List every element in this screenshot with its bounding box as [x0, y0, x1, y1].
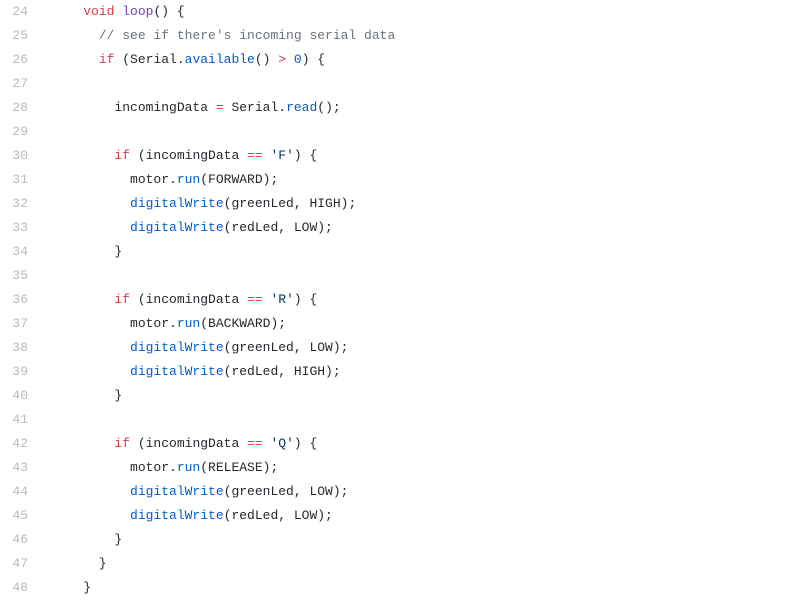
line-number: 28: [0, 96, 42, 120]
line-content: if (incomingData == 'F') {: [42, 144, 317, 168]
line-number: 30: [0, 144, 42, 168]
line-content: if (incomingData == 'Q') {: [42, 432, 317, 456]
code-line: 27: [0, 72, 797, 96]
code-line: 45 digitalWrite(redLed, LOW);: [0, 504, 797, 528]
code-line: 31 motor.run(FORWARD);: [0, 168, 797, 192]
line-content: }: [42, 384, 122, 408]
line-content: }: [42, 240, 122, 264]
line-number: 48: [0, 576, 42, 600]
line-number: 32: [0, 192, 42, 216]
line-content: void loop() {: [42, 0, 185, 24]
line-number: 40: [0, 384, 42, 408]
code-line: 35: [0, 264, 797, 288]
code-line: 43 motor.run(RELEASE);: [0, 456, 797, 480]
line-number: 35: [0, 264, 42, 288]
code-line: 32 digitalWrite(greenLed, HIGH);: [0, 192, 797, 216]
line-number: 38: [0, 336, 42, 360]
code-line: 26 if (Serial.available() > 0) {: [0, 48, 797, 72]
line-number: 24: [0, 0, 42, 24]
line-number: 42: [0, 432, 42, 456]
line-number: 25: [0, 24, 42, 48]
line-number: 36: [0, 288, 42, 312]
line-number: 31: [0, 168, 42, 192]
line-number: 29: [0, 120, 42, 144]
line-content: // see if there's incoming serial data: [42, 24, 395, 48]
code-line: 37 motor.run(BACKWARD);: [0, 312, 797, 336]
line-number: 44: [0, 480, 42, 504]
line-content: digitalWrite(redLed, LOW);: [42, 216, 333, 240]
code-line: 30 if (incomingData == 'F') {: [0, 144, 797, 168]
line-content: if (Serial.available() > 0) {: [42, 48, 325, 72]
code-line: 25 // see if there's incoming serial dat…: [0, 24, 797, 48]
code-line: 48 }: [0, 576, 797, 600]
line-number: 47: [0, 552, 42, 576]
code-line: 46 }: [0, 528, 797, 552]
code-line: 42 if (incomingData == 'Q') {: [0, 432, 797, 456]
line-content: }: [42, 576, 91, 600]
code-line: 40 }: [0, 384, 797, 408]
line-number: 26: [0, 48, 42, 72]
line-number: 39: [0, 360, 42, 384]
line-number: 45: [0, 504, 42, 528]
code-line: 39 digitalWrite(redLed, HIGH);: [0, 360, 797, 384]
line-content: if (incomingData == 'R') {: [42, 288, 317, 312]
line-number: 46: [0, 528, 42, 552]
line-content: digitalWrite(redLed, HIGH);: [42, 360, 341, 384]
line-number: 34: [0, 240, 42, 264]
code-line: 38 digitalWrite(greenLed, LOW);: [0, 336, 797, 360]
code-line: 41: [0, 408, 797, 432]
line-content: digitalWrite(greenLed, LOW);: [42, 336, 348, 360]
line-number: 37: [0, 312, 42, 336]
code-line: 28 incomingData = Serial.read();: [0, 96, 797, 120]
code-line: 29: [0, 120, 797, 144]
line-content: motor.run(FORWARD);: [42, 168, 278, 192]
line-content: incomingData = Serial.read();: [42, 96, 341, 120]
code-line: 24 void loop() {: [0, 0, 797, 24]
code-block: 24 void loop() {25 // see if there's inc…: [0, 0, 797, 600]
code-line: 36 if (incomingData == 'R') {: [0, 288, 797, 312]
code-line: 34 }: [0, 240, 797, 264]
line-number: 27: [0, 72, 42, 96]
line-content: digitalWrite(redLed, LOW);: [42, 504, 333, 528]
line-content: motor.run(RELEASE);: [42, 456, 278, 480]
code-line: 33 digitalWrite(redLed, LOW);: [0, 216, 797, 240]
line-number: 43: [0, 456, 42, 480]
line-content: motor.run(BACKWARD);: [42, 312, 286, 336]
line-number: 33: [0, 216, 42, 240]
line-content: digitalWrite(greenLed, LOW);: [42, 480, 348, 504]
code-line: 47 }: [0, 552, 797, 576]
code-line: 44 digitalWrite(greenLed, LOW);: [0, 480, 797, 504]
line-number: 41: [0, 408, 42, 432]
line-content: }: [42, 552, 107, 576]
line-content: digitalWrite(greenLed, HIGH);: [42, 192, 356, 216]
line-content: }: [42, 528, 122, 552]
